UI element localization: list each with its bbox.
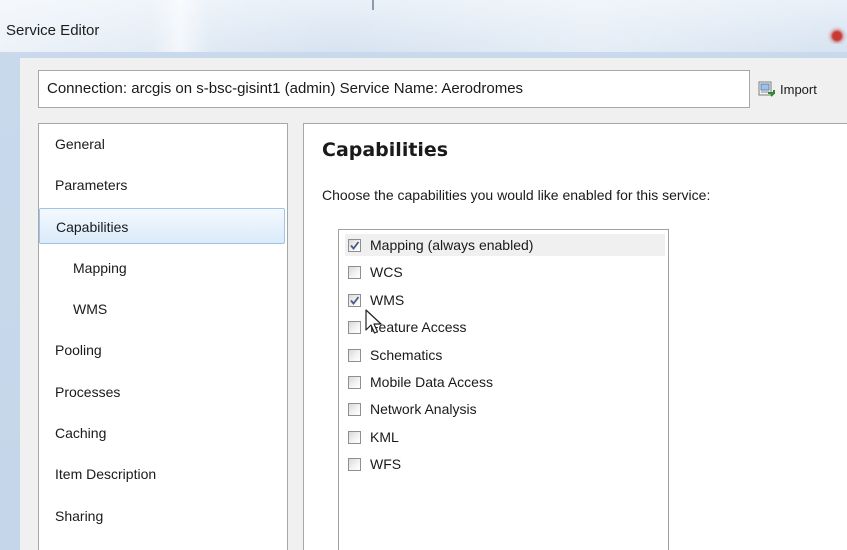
capability-label: Mobile Data Access xyxy=(370,374,493,390)
page-title: Capabilities xyxy=(322,139,449,161)
capability-option-wcs[interactable]: WCS xyxy=(345,261,665,283)
capability-option-schematics[interactable]: Schematics xyxy=(345,344,665,366)
sidebar-item-processes[interactable]: Processes xyxy=(39,374,287,410)
capability-option-mapping-always-enabled[interactable]: Mapping (always enabled) xyxy=(345,234,665,256)
sidebar-item-parameters[interactable]: Parameters xyxy=(39,167,287,203)
checkbox-checked-icon[interactable] xyxy=(348,238,361,252)
capability-label: Schematics xyxy=(370,347,443,363)
checkbox-unchecked-icon[interactable] xyxy=(348,320,361,334)
mouse-cursor-icon xyxy=(365,309,382,334)
sidebar-item-capabilities[interactable]: Capabilities xyxy=(39,208,285,244)
sidebar-item-mapping[interactable]: Mapping xyxy=(39,250,287,286)
checkbox-unchecked-icon[interactable] xyxy=(348,348,361,362)
service-editor-window: Service Editor Connection: arcgis on s-b… xyxy=(0,0,847,550)
background-red-mark xyxy=(827,26,847,44)
capability-option-mobile-data-access[interactable]: Mobile Data Access xyxy=(345,371,665,393)
connection-text: Connection: arcgis on s-bsc-gisint1 (adm… xyxy=(47,80,524,97)
capability-option-kml[interactable]: KML xyxy=(345,426,665,448)
checkbox-unchecked-icon[interactable] xyxy=(348,430,361,444)
capability-option-feature-access[interactable]: Feature Access xyxy=(345,316,665,338)
checkbox-checked-icon[interactable] xyxy=(348,293,361,307)
sidebar-item-caching[interactable]: Caching xyxy=(39,415,287,451)
title-bar[interactable]: Service Editor xyxy=(0,0,847,52)
capability-option-network-analysis[interactable]: Network Analysis xyxy=(345,398,665,420)
checkbox-unchecked-icon[interactable] xyxy=(348,375,361,389)
sidebar-item-sharing[interactable]: Sharing xyxy=(39,498,287,534)
glass-highlight xyxy=(150,0,210,52)
capabilities-description: Choose the capabilities you would like e… xyxy=(322,187,711,203)
capability-label: Mapping (always enabled) xyxy=(370,237,534,253)
capability-label: KML xyxy=(370,429,399,445)
connection-info-field: Connection: arcgis on s-bsc-gisint1 (adm… xyxy=(38,70,750,108)
sidebar-item-item-description[interactable]: Item Description xyxy=(39,456,287,492)
checkbox-unchecked-icon[interactable] xyxy=(348,402,361,416)
window-title: Service Editor xyxy=(6,22,100,39)
sidebar-item-pooling[interactable]: Pooling xyxy=(39,332,287,368)
sidebar-item-wms[interactable]: WMS xyxy=(39,291,287,327)
import-icon xyxy=(758,80,776,98)
glass-divider xyxy=(372,0,374,10)
capability-label: WMS xyxy=(370,292,405,308)
import-button[interactable]: Import xyxy=(758,74,847,104)
checkbox-unchecked-icon[interactable] xyxy=(348,457,361,471)
import-label: Import xyxy=(780,81,817,97)
sidebar-item-general[interactable]: General xyxy=(39,126,287,162)
capability-option-wms[interactable]: WMS xyxy=(345,289,665,311)
capability-option-wfs[interactable]: WFS xyxy=(345,453,665,475)
capability-label: WCS xyxy=(370,264,403,280)
capability-label: WFS xyxy=(370,456,402,472)
checkbox-unchecked-icon[interactable] xyxy=(348,265,361,279)
capability-label: Network Analysis xyxy=(370,401,477,417)
